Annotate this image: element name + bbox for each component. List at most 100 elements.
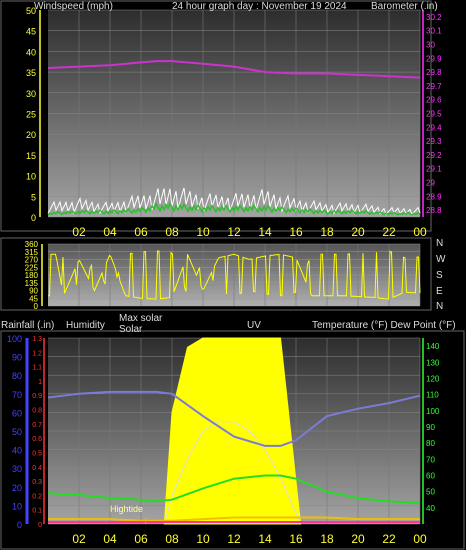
barometer-tick-label: 30.2 xyxy=(426,13,442,22)
temperature-tick-label: 40 xyxy=(426,504,435,513)
temperature-tick-label: 120 xyxy=(426,374,440,383)
barometer-tick-label: 29 xyxy=(426,179,435,188)
max-solar-label: Max solar xyxy=(119,313,163,324)
humidity-tick-label: 90 xyxy=(12,353,22,363)
humidity-axis-label: Humidity xyxy=(66,320,105,331)
humidity-tick-label: 70 xyxy=(12,390,22,400)
rainfall-tick-label: 0.7 xyxy=(32,422,42,429)
temperature-tick-label: 80 xyxy=(426,439,435,448)
solar-x-tick-label: 12 xyxy=(227,532,241,546)
wind-x-tick-label: 18 xyxy=(320,225,334,239)
wind-y-tick-label: 45 xyxy=(26,27,36,37)
compass-label-n-bottom: N xyxy=(436,301,443,312)
temperature-tick-label: 60 xyxy=(426,471,435,480)
barometer-tick-label: 29.8 xyxy=(426,68,442,77)
wind-axis-label: Windspeed (mph) xyxy=(34,1,113,12)
barometer-tick-label: 29.1 xyxy=(426,165,442,174)
wind-y-tick-label: 30 xyxy=(26,89,36,99)
wind-x-tick-label: 22 xyxy=(382,225,396,239)
wind-y-tick-label: 35 xyxy=(26,68,36,78)
direction-y-tick-label: 270 xyxy=(25,256,39,265)
rainfall-tick-label: 0.5 xyxy=(32,450,42,457)
humidity-tick-label: 80 xyxy=(12,371,22,381)
barometer-tick-label: 29.2 xyxy=(426,151,442,160)
rainfall-tick-label: 0.3 xyxy=(32,479,42,486)
humidity-tick-label: 60 xyxy=(12,408,22,418)
barometer-tick-label: 29.6 xyxy=(426,96,442,105)
weather-graph-window: 02 02 04 04 06 06 08 08 10 10 12 12 14 14 16 16 18 18 20 20… xyxy=(0,0,466,550)
graph-title: 24 hour graph day : November 19 2024 xyxy=(172,1,347,12)
barometer-tick-label: 30 xyxy=(426,41,435,50)
wind-y-tick-label: 25 xyxy=(26,110,36,120)
compass-label-e: E xyxy=(436,286,443,297)
solar-x-tick-label: 14 xyxy=(258,532,272,546)
rainfall-tick-label: 1.1 xyxy=(32,365,42,372)
wind-y-tick-label: 5 xyxy=(31,192,36,202)
temperature-tick-label: 70 xyxy=(426,455,435,464)
compass-label-w: W xyxy=(436,254,446,265)
temperature-tick-label: 130 xyxy=(426,358,440,367)
temperature-tick-label: 140 xyxy=(426,342,440,351)
hightide-label: Hightide xyxy=(110,504,143,514)
rainfall-tick-label: 0.4 xyxy=(32,465,42,472)
humidity-tick-label: 20 xyxy=(12,483,22,493)
direction-y-tick-label: 135 xyxy=(25,279,39,288)
solar-x-tick-label: 16 xyxy=(289,532,303,546)
temperature-tick-label: 50 xyxy=(426,488,435,497)
solar-x-tick-label: 22 xyxy=(382,532,396,546)
wind-y-tick-label: 15 xyxy=(26,151,36,161)
solar-x-tick-label: 10 xyxy=(196,532,210,546)
solar-x-tick-label: 18 xyxy=(320,532,334,546)
wind-x-tick-label: 10 xyxy=(196,225,210,239)
direction-y-tick-label: 180 xyxy=(25,271,39,280)
barometer-tick-label: 29.5 xyxy=(426,110,442,119)
barometer-tick-label: 28.8 xyxy=(426,206,442,215)
barometer-tick-label: 28.9 xyxy=(426,192,442,201)
wind-x-tick-label: 16 xyxy=(289,225,303,239)
wind-x-tick-label: 06 xyxy=(134,225,148,239)
temperature-tick-label: 90 xyxy=(426,423,435,432)
humidity-tick-label: 30 xyxy=(12,464,22,474)
humidity-tick-label: 10 xyxy=(12,501,22,511)
barometer-tick-label: 29.4 xyxy=(426,123,442,132)
wind-y-tick-label: 40 xyxy=(26,47,36,57)
humidity-tick-label: 40 xyxy=(12,446,22,456)
temperature-tick-label: 100 xyxy=(426,407,440,416)
barometer-tick-label: 29.3 xyxy=(426,137,442,146)
direction-y-tick-label: 360 xyxy=(25,240,39,249)
solar-x-tick-label: 08 xyxy=(165,532,179,546)
barometer-tick-label: 29.7 xyxy=(426,82,442,91)
direction-y-tick-label: 90 xyxy=(29,287,38,296)
compass-label-n-top: N xyxy=(436,238,443,249)
weather-graph-svg: 0202040406060808101012121414161618182020… xyxy=(0,0,465,550)
compass-label-s: S xyxy=(436,270,443,281)
rainfall-tick-label: 0 xyxy=(38,522,42,529)
wind-x-tick-label: 12 xyxy=(227,225,241,239)
rainfall-tick-label: 0.6 xyxy=(32,436,42,443)
humidity-tick-label: 0 xyxy=(17,520,22,530)
rainfall-tick-label: 0.2 xyxy=(32,493,42,500)
uv-label: UV xyxy=(247,320,261,331)
wind-x-tick-label: 14 xyxy=(258,225,272,239)
solar-x-tick-label: 04 xyxy=(103,532,117,546)
rainfall-tick-label: 1.3 xyxy=(32,336,42,343)
solar-x-tick-label: 00 xyxy=(413,532,427,546)
rainfall-tick-label: 1 xyxy=(38,379,42,386)
temperature-axis-label: Temperature (°F) Dew Point (°F) xyxy=(312,320,456,331)
wind-x-tick-label: 20 xyxy=(351,225,365,239)
direction-y-tick-label: 315 xyxy=(25,248,39,257)
solar-x-tick-label: 02 xyxy=(72,532,86,546)
barometer-tick-label: 30.1 xyxy=(426,27,442,36)
direction-y-tick-label: 225 xyxy=(25,263,39,272)
wind-x-tick-label: 00 xyxy=(413,225,427,239)
rainfall-tick-label: 0.1 xyxy=(32,508,42,515)
solar-x-tick-label: 20 xyxy=(351,532,365,546)
direction-y-tick-label: 45 xyxy=(29,294,38,303)
barometer-axis-label: Barometer (.in) xyxy=(371,1,438,12)
wind-x-tick-label: 04 xyxy=(103,225,117,239)
temperature-tick-label: 110 xyxy=(426,391,439,400)
humidity-tick-label: 50 xyxy=(12,427,22,437)
wind-y-tick-label: 0 xyxy=(31,213,36,223)
solar-x-tick-label: 06 xyxy=(134,532,148,546)
wind-y-tick-label: 20 xyxy=(26,130,36,140)
